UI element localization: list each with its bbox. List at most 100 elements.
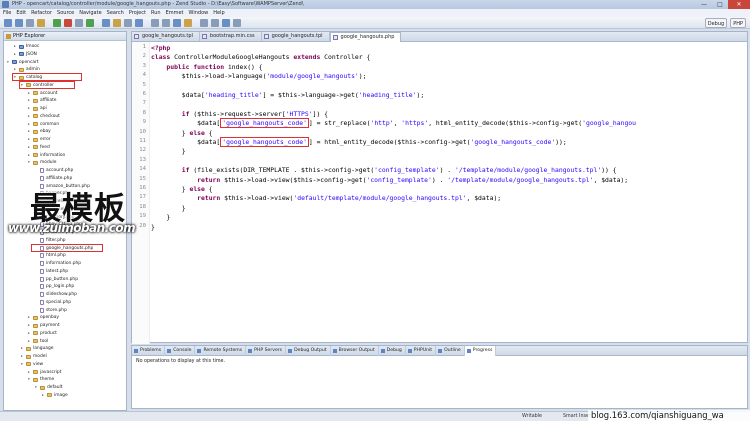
- toolbar-print-icon[interactable]: [26, 19, 34, 27]
- tree-node-account-php[interactable]: account.php: [35, 167, 73, 174]
- tree-node-checkout[interactable]: ▸ checkout: [28, 113, 60, 120]
- tree-node-error[interactable]: ▸ error: [28, 136, 51, 143]
- toolbar-stop-icon[interactable]: [64, 19, 72, 27]
- toolbar-search-icon[interactable]: [102, 19, 110, 27]
- maximize-button[interactable]: □: [712, 0, 728, 9]
- project-icon: [19, 44, 24, 49]
- perspective-php[interactable]: PHP: [730, 18, 746, 28]
- tree-node-affiliate-php[interactable]: affiliate.php: [35, 175, 72, 182]
- menu-item-project[interactable]: Project: [129, 9, 146, 17]
- menu-item-navigate[interactable]: Navigate: [79, 9, 101, 17]
- tree-node-default[interactable]: ▾ default: [35, 384, 62, 391]
- tree-node-language[interactable]: ▸ language: [21, 345, 53, 352]
- bottom-tab-label: Problems: [140, 348, 162, 353]
- bottom-tab-php-servers[interactable]: PHP Servers: [246, 346, 287, 356]
- minimize-button[interactable]: —: [696, 0, 712, 9]
- toolbar-redo-icon[interactable]: [162, 19, 170, 27]
- bottom-tab-debug[interactable]: Debug: [379, 346, 406, 356]
- editor-tab-0[interactable]: google_hangouts.tpl: [132, 32, 200, 41]
- tree-node-imooc[interactable]: ▸ Imooc: [14, 43, 39, 50]
- toolbar-save-icon[interactable]: [15, 19, 23, 27]
- toolbar-open-icon[interactable]: [37, 19, 45, 27]
- tree-node-product[interactable]: ▸ product: [28, 330, 57, 337]
- tree-node-view[interactable]: ▾ view: [21, 361, 43, 368]
- tree-node-javascript[interactable]: ▸ javascript: [28, 369, 61, 376]
- toolbar-play-icon[interactable]: [86, 19, 94, 27]
- code-area[interactable]: 1 2 3 4 5 6 7 8 9 10 11 12 13 14 15 16 17 18 19 20 <?php cla…: [132, 42, 749, 344]
- bottom-tab-problems[interactable]: Problems: [132, 346, 166, 356]
- tree-node-image[interactable]: ▸ image: [42, 392, 68, 399]
- toolbar-new-icon[interactable]: [4, 19, 12, 27]
- close-button[interactable]: ✕: [728, 0, 750, 9]
- tree-node-payment[interactable]: ▸ payment: [28, 322, 60, 329]
- tree-node-store-php[interactable]: store.php: [35, 307, 67, 314]
- tree-node-pp-login-php[interactable]: pp_login.php: [35, 283, 74, 290]
- tree-node-openbay[interactable]: ▸ openbay: [28, 314, 59, 321]
- tree-node-common[interactable]: ▸ common: [28, 121, 59, 128]
- bottom-tab-browser-output[interactable]: Browser Output: [331, 346, 379, 356]
- toolbar-nav-back-icon[interactable]: [173, 19, 181, 27]
- menu-item-run[interactable]: Run: [151, 9, 161, 17]
- tree-node-feed[interactable]: ▸ feed: [28, 144, 50, 151]
- tree-node-ebay[interactable]: ▸ ebay: [28, 128, 51, 135]
- tree-node-latest-php[interactable]: latest.php: [35, 268, 68, 275]
- tree-node-tool[interactable]: ▸ tool: [28, 338, 48, 345]
- bottom-tab-remote-systems[interactable]: Remote Systems: [195, 346, 247, 356]
- toolbar-undo-icon[interactable]: [151, 19, 159, 27]
- toolbar-forward-icon[interactable]: [135, 19, 143, 27]
- tree-node-information-php[interactable]: information.php: [35, 260, 81, 267]
- php-explorer-header[interactable]: PHP Explorer: [4, 32, 126, 41]
- menu-item-file[interactable]: File: [3, 9, 11, 17]
- editor-tab-3[interactable]: google_hangouts.php: [329, 32, 402, 42]
- toolbar-tools-icon[interactable]: [233, 19, 241, 27]
- tree-node-special-php[interactable]: special.php: [35, 299, 71, 306]
- tree-node-opencart[interactable]: ▾ opencart: [7, 59, 39, 66]
- code-token: , $data);: [466, 194, 502, 203]
- toolbar-build-icon[interactable]: [222, 19, 230, 27]
- tree-node-label: affiliate: [40, 98, 57, 104]
- menu-item-source[interactable]: Source: [57, 9, 74, 17]
- tree-node-html-php[interactable]: html.php: [35, 252, 66, 259]
- tree-node-slideshow-php[interactable]: slideshow.php: [35, 291, 77, 298]
- tree-node-api[interactable]: ▸ api: [28, 105, 47, 112]
- menu-item-help[interactable]: Help: [213, 9, 224, 17]
- toolbar-debug-icon[interactable]: [75, 19, 83, 27]
- tree-node-account[interactable]: ▸ account: [28, 90, 58, 97]
- toolbar-bookmark-icon[interactable]: [184, 19, 192, 27]
- bottom-tab-phpunit[interactable]: PHPUnit: [406, 346, 437, 356]
- folder-icon: [33, 153, 38, 157]
- tree-node-model[interactable]: ▸ model: [21, 353, 47, 360]
- menu-item-search[interactable]: Search: [107, 9, 124, 17]
- toolbar-run-icon[interactable]: [53, 19, 61, 27]
- bottom-tab-progress[interactable]: Progress: [464, 346, 497, 356]
- editor-tab-2[interactable]: google_hangouts.tpl: [262, 32, 330, 41]
- code-token: ]) {: [312, 109, 328, 118]
- tree-node-affiliate[interactable]: ▸ affiliate: [28, 97, 57, 104]
- menu-item-window[interactable]: Window: [189, 9, 209, 17]
- menu-item-refactor[interactable]: Refactor: [31, 9, 52, 17]
- toolbar-folder-icon[interactable]: [113, 19, 121, 27]
- menu-item-emmet[interactable]: Emmet: [166, 9, 184, 17]
- tree-node-pp-button-php[interactable]: pp_button.php: [35, 276, 78, 283]
- tree-node-json[interactable]: ▸ JSON: [14, 51, 37, 58]
- bottom-tab-debug-output[interactable]: Debug Output: [286, 346, 331, 356]
- bottom-tab-outline[interactable]: Outline: [436, 346, 465, 356]
- bottom-tab-console[interactable]: Console: [165, 346, 196, 356]
- tree-node-module[interactable]: ▾ module: [28, 159, 56, 166]
- tree-node-theme[interactable]: ▾ theme: [28, 376, 54, 383]
- toolbar-prev-icon[interactable]: [200, 19, 208, 27]
- folder-icon: [26, 354, 31, 359]
- perspective-debug[interactable]: Debug: [704, 18, 728, 28]
- line-number-gutter: 1 2 3 4 5 6 7 8 9 10 11 12 13 14 15 16 17 18 19 20: [132, 42, 150, 344]
- code-token: 'HTTPS': [285, 109, 313, 118]
- toolbar-next-icon[interactable]: [211, 19, 219, 27]
- code-token: 'heading_title': [204, 91, 263, 99]
- tree-node-information[interactable]: ▸ information: [28, 152, 65, 159]
- toolbar-back-icon[interactable]: [124, 19, 132, 27]
- menu-item-edit[interactable]: Edit: [16, 9, 26, 17]
- editor-tab-1[interactable]: bootstrap.min.css: [200, 32, 262, 41]
- php-file-icon: [40, 284, 44, 290]
